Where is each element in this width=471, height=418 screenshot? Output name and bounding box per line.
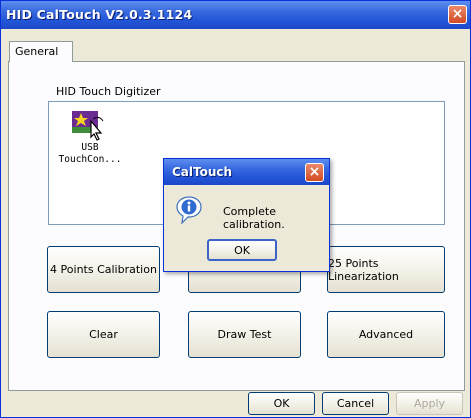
window-title: HID CalTouch V2.0.3.1124: [6, 7, 193, 22]
dialog-message: Complete calibration.: [223, 205, 285, 231]
dialog-title-bar[interactable]: CalTouch ×: [164, 159, 329, 185]
four-points-calibration-button[interactable]: 4 Points Calibration: [47, 246, 160, 293]
dialog-title: CalTouch: [172, 165, 233, 179]
clear-button[interactable]: Clear: [47, 311, 160, 358]
dialog-ok-button[interactable]: OK: [207, 239, 277, 261]
tab-general[interactable]: General: [9, 41, 73, 62]
advanced-button[interactable]: Advanced: [327, 311, 445, 358]
device-group-label: HID Touch Digitizer: [56, 85, 161, 98]
title-bar[interactable]: HID CalTouch V2.0.3.1124 ×: [1, 1, 470, 29]
twentyfive-points-linearization-button[interactable]: 25 Points Linearization: [327, 246, 445, 293]
draw-test-button[interactable]: Draw Test: [188, 311, 301, 358]
caltouch-dialog: CalTouch × Complete calibration. OK: [163, 158, 330, 272]
apply-button[interactable]: Apply: [396, 392, 463, 415]
touch-device-icon[interactable]: [71, 109, 109, 143]
dialog-close-icon[interactable]: ×: [305, 163, 324, 182]
ok-button[interactable]: OK: [248, 392, 315, 415]
tab-general-label: General: [15, 45, 59, 58]
close-icon[interactable]: ×: [448, 5, 467, 24]
cancel-button[interactable]: Cancel: [322, 392, 389, 415]
device-name: USB TouchCon...: [58, 142, 122, 165]
information-icon: [176, 196, 202, 224]
